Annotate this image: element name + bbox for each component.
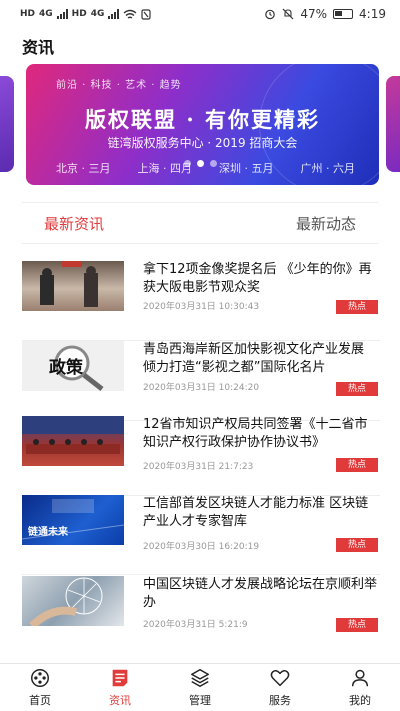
battery-percent: 47% <box>300 7 328 21</box>
hd-label-1: HD <box>20 9 36 19</box>
nav-label: 首页 <box>29 694 51 707</box>
network-indicators: HD 4G HD 4G <box>20 8 151 20</box>
wifi-icon <box>123 9 137 19</box>
user-icon <box>351 669 369 687</box>
nav-label: 资讯 <box>109 694 131 707</box>
clock: 4:19 <box>359 7 386 21</box>
next-banner-peek[interactable] <box>386 76 400 172</box>
network-type-2: 4G <box>90 9 105 19</box>
hot-badge: 热点 <box>336 538 378 552</box>
news-title: 工信部首发区块链人才能力标准 区块链产业人才专家智库 <box>143 496 369 529</box>
nav-manage[interactable]: 管理 <box>160 664 240 711</box>
banner-tags: 前沿 · 科技 · 艺术 · 趋势 <box>56 80 182 91</box>
nfc-icon <box>141 8 151 20</box>
news-title: 中国区块链人才发展战略论坛在京顺利举办 <box>143 577 378 610</box>
hd-label-2: HD <box>71 9 87 19</box>
news-thumbnail <box>22 416 124 466</box>
hot-badge: 热点 <box>336 382 378 396</box>
status-right: 47% 4:19 <box>264 7 386 21</box>
nav-label: 我的 <box>349 694 371 707</box>
bottom-nav: 首页 资讯 管理 服务 我的 <box>0 663 400 711</box>
hot-badge: 热点 <box>336 300 378 314</box>
home-icon <box>31 669 49 687</box>
prev-banner-peek[interactable] <box>0 76 14 172</box>
carousel-dot[interactable] <box>183 160 191 167</box>
heart-icon <box>270 670 290 687</box>
news-item[interactable]: 12省市知识产权局共同签署《十二省市知识产权行政保护协作协议书》 2020年03… <box>22 416 380 496</box>
news-title: 青岛西海岸新区加快影视文化产业发展 倾力打造“影视之都”国际化名片 <box>143 342 365 375</box>
battery-icon <box>333 9 354 19</box>
news-item[interactable]: 中国区块链人才发展战略论坛在京顺利举办 2020年03月31日 5:21:9 热… <box>22 576 380 656</box>
mute-icon <box>282 8 294 20</box>
news-item[interactable]: 政策 青岛西海岸新区加快影视文化产业发展 倾力打造“影视之都”国际化名片 202… <box>22 341 380 421</box>
carousel-dot-active[interactable] <box>196 160 204 167</box>
status-bar: HD 4G HD 4G 47% 4:19 <box>0 0 400 28</box>
banner-subtitle: 链湾版权服务中心 · 2019 招商大会 <box>107 136 298 150</box>
tab-latest-activity[interactable]: 最新动态 <box>296 213 356 234</box>
news-item[interactable]: 拿下12项金像奖提名后 《少年的你》再获大阪电影节观众奖 2020年03月31日… <box>22 261 380 341</box>
alarm-icon <box>265 9 276 20</box>
news-time: 2020年03月31日 21:7:23 <box>143 462 254 472</box>
news-time: 2020年03月30日 16:20:19 <box>143 542 260 552</box>
layers-icon <box>191 669 209 687</box>
nav-mine[interactable]: 我的 <box>320 664 400 711</box>
hot-badge: 热点 <box>336 458 378 472</box>
news-item[interactable]: 链通未来 工信部首发区块链人才能力标准 区块链产业人才专家智库 2020年03月… <box>22 495 380 575</box>
nav-home[interactable]: 首页 <box>0 664 80 711</box>
network-type-1: 4G <box>39 9 53 19</box>
signal-icon-2 <box>108 9 120 19</box>
news-title: 拿下12项金像奖提名后 《少年的你》再获大阪电影节观众奖 <box>143 262 372 295</box>
news-time: 2020年03月31日 10:30:43 <box>143 302 260 312</box>
news-thumbnail: 政策 <box>22 341 124 391</box>
news-thumbnail: 链通未来 <box>22 495 124 545</box>
signal-icon <box>56 9 68 19</box>
nav-news[interactable]: 资讯 <box>80 664 160 711</box>
nav-label: 服务 <box>269 694 291 707</box>
news-tabs: 最新资讯 最新动态 <box>22 202 378 244</box>
thumb-caption: 链通未来 <box>28 527 68 538</box>
news-icon <box>112 669 128 687</box>
news-time: 2020年03月31日 10:24:20 <box>143 383 260 393</box>
carousel-dots <box>0 160 400 167</box>
nav-service[interactable]: 服务 <box>240 664 320 711</box>
tab-latest-news[interactable]: 最新资讯 <box>44 213 104 234</box>
thumb-caption: 政策 <box>49 358 83 378</box>
news-time: 2020年03月31日 5:21:9 <box>143 620 248 630</box>
banner-headline: 版权联盟 · 有你更精彩 <box>85 107 320 132</box>
news-thumbnail <box>22 576 124 626</box>
news-title: 12省市知识产权局共同签署《十二省市知识产权行政保护协作协议书》 <box>143 417 368 450</box>
nav-label: 管理 <box>189 694 211 707</box>
hot-badge: 热点 <box>336 618 378 632</box>
news-thumbnail <box>22 261 124 311</box>
page-title: 资讯 <box>22 38 55 57</box>
carousel-dot[interactable] <box>209 160 217 167</box>
